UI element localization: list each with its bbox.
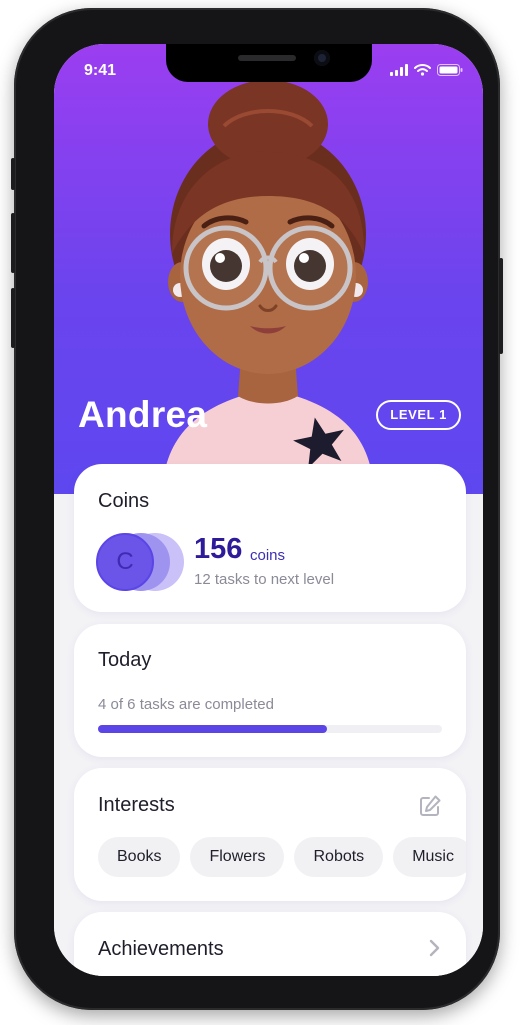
status-bar: 9:41 xyxy=(54,44,483,94)
battery-icon xyxy=(437,64,463,76)
tasks-progress-text: 4 of 6 tasks are completed xyxy=(98,696,274,713)
tasks-progress-fill xyxy=(98,725,328,733)
phone-frame: 9:41 Andrea LEVEL 1 Coins C 156 coins 12… xyxy=(11,8,503,1010)
achievements-title: Achievements xyxy=(98,938,224,960)
interests-card: Interests Books Flowers Robots Music xyxy=(74,768,466,901)
level-badge: LEVEL 1 xyxy=(376,400,461,430)
achievements-card[interactable]: Achievements xyxy=(74,912,466,976)
status-time: 9:41 xyxy=(84,62,117,79)
coin-letter: C xyxy=(96,533,154,591)
interest-chip-flowers[interactable]: Flowers xyxy=(190,837,285,877)
profile-name: Andrea xyxy=(78,394,208,435)
tasks-progress-bar xyxy=(98,725,442,733)
wifi-icon xyxy=(414,64,431,76)
app-screen: 9:41 Andrea LEVEL 1 Coins C 156 coins 12… xyxy=(54,44,483,976)
volume-down-button xyxy=(11,288,15,348)
today-title: Today xyxy=(98,649,152,671)
coins-amount: 156 xyxy=(194,533,243,565)
coins-unit: coins xyxy=(250,547,286,564)
interest-chip-music[interactable]: Music xyxy=(393,837,466,877)
coins-card[interactable]: Coins C 156 coins 12 tasks to next level xyxy=(74,464,466,612)
interests-title: Interests xyxy=(98,794,175,816)
interest-chips: Books Flowers Robots Music xyxy=(98,837,466,877)
edit-icon[interactable] xyxy=(418,794,442,818)
interest-chip-books[interactable]: Books xyxy=(98,837,181,877)
power-button xyxy=(499,258,503,354)
today-card[interactable]: Today 4 of 6 tasks are completed xyxy=(74,624,466,757)
next-level-text: 12 tasks to next level xyxy=(194,571,335,588)
chevron-right-icon[interactable] xyxy=(426,938,442,958)
coin-stack-icon: C xyxy=(96,532,186,592)
coins-title: Coins xyxy=(98,490,150,512)
mute-switch xyxy=(11,158,15,190)
interest-chip-robots[interactable]: Robots xyxy=(294,837,384,877)
volume-up-button xyxy=(11,213,15,273)
signal-icon xyxy=(390,64,408,76)
